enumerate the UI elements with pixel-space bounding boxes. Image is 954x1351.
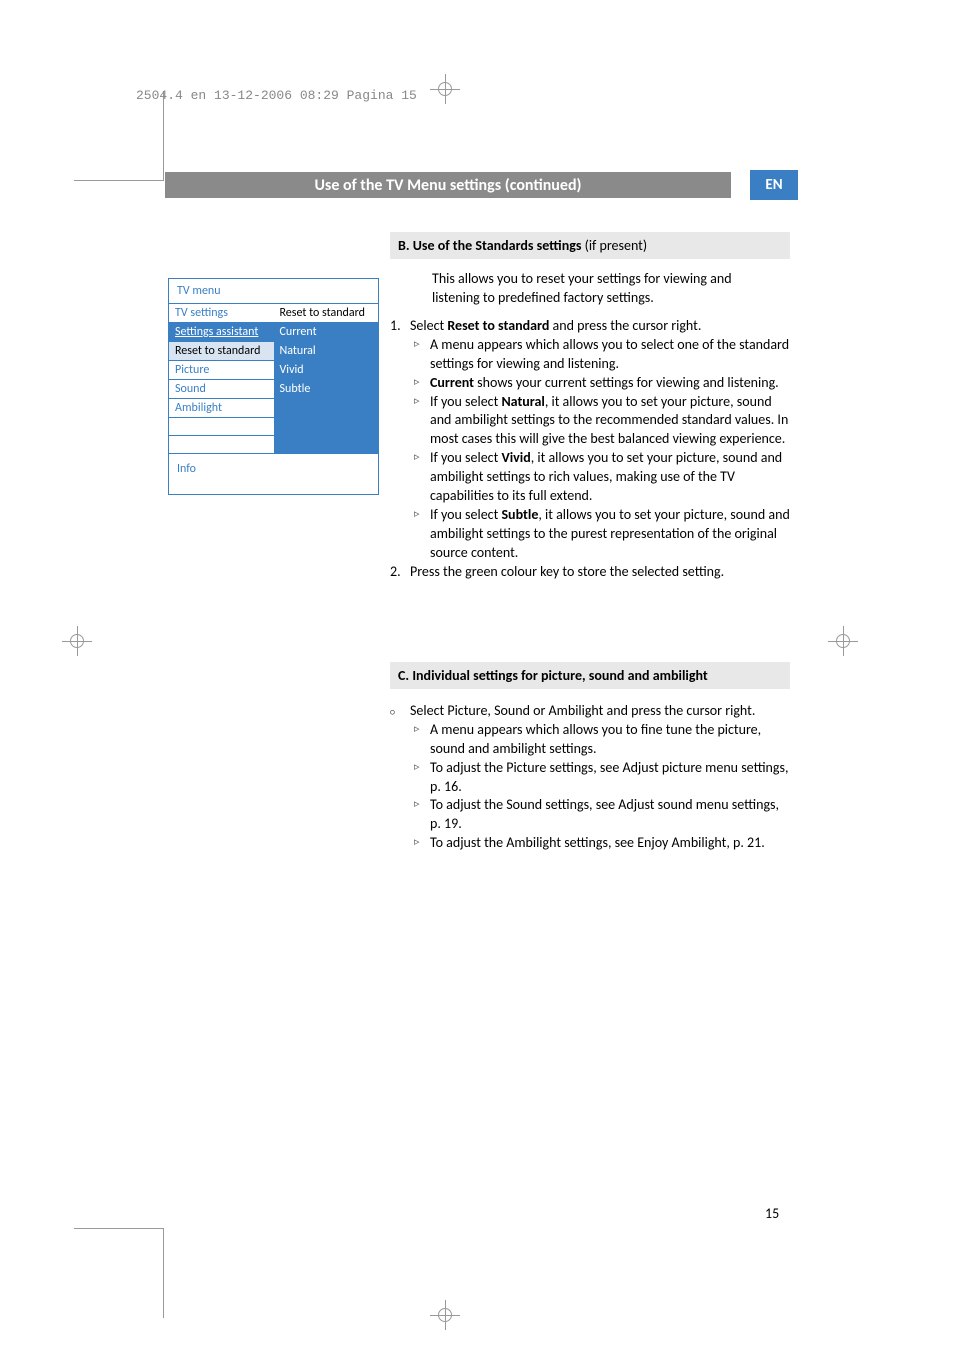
section-c-sub-3: To adjust the Sound settings, see Adjust… (390, 796, 790, 834)
section-b-sub-3: If you select Natural, it allows you to … (390, 393, 790, 450)
menu-col-header-left: TV settings (169, 304, 274, 322)
section-b-step-1: 1.Select Reset to standard and press the… (390, 317, 790, 336)
menu-item-picture: Picture (169, 361, 274, 379)
menu-info-label: Info (169, 453, 378, 494)
menu-item-empty-2 (169, 436, 274, 453)
menu-option-empty-1 (274, 399, 379, 417)
crop-mark-bottom-left (74, 1228, 164, 1318)
menu-item-settings-assistant: Settings assistant (169, 323, 274, 341)
menu-title: TV menu (169, 279, 378, 303)
section-c-list: Select Picture, Sound or Ambilight and p… (390, 702, 790, 853)
menu-option-subtle: Subtle (274, 380, 379, 398)
section-c-sub-4: To adjust the Ambilight settings, see En… (390, 834, 790, 853)
registration-mark-top (430, 74, 460, 104)
menu-item-ambilight: Ambilight (169, 399, 274, 417)
section-b-list: 1.Select Reset to standard and press the… (390, 317, 790, 581)
menu-option-vivid: Vivid (274, 361, 379, 379)
section-b-intro: This allows you to reset your settings f… (432, 270, 782, 308)
section-c-heading: C. Individual settings for picture, soun… (390, 662, 790, 689)
registration-mark-left (62, 626, 92, 656)
menu-col-header-right: Reset to standard (274, 304, 379, 322)
registration-mark-bottom (430, 1300, 460, 1330)
menu-item-reset-to-standard: Reset to standard (169, 342, 274, 360)
section-c-sub-2: To adjust the Picture settings, see Adju… (390, 759, 790, 797)
menu-option-current: Current (274, 323, 379, 341)
section-c-sub-1: A menu appears which allows you to fine … (390, 721, 790, 759)
page-title-bar: Use of the TV Menu settings (continued) (165, 172, 731, 198)
menu-option-empty-3 (274, 436, 379, 453)
menu-item-sound: Sound (169, 380, 274, 398)
print-slug-line: 2504.4 en 13-12-2006 08:29 Pagina 15 (136, 88, 417, 103)
page-number: 15 (765, 1205, 779, 1222)
section-b-sub-2: Current shows your current settings for … (390, 374, 790, 393)
section-b-step-2: 2.Press the green colour key to store th… (390, 563, 790, 582)
language-tab: EN (750, 170, 798, 200)
section-c-main: Select Picture, Sound or Ambilight and p… (390, 702, 790, 721)
tv-menu-diagram: TV menu TV settings Reset to standard Se… (168, 278, 379, 495)
section-b-sub-5: If you select Subtle, it allows you to s… (390, 506, 790, 563)
crop-mark-top-left (74, 91, 164, 181)
section-b-sub-4: If you select Vivid, it allows you to se… (390, 449, 790, 506)
section-b-heading-paren: (if present) (581, 237, 647, 254)
section-b-sub-1: A menu appears which allows you to selec… (390, 336, 790, 374)
menu-item-empty-1 (169, 418, 274, 435)
section-b-heading-bold: B. Use of the Standards settings (398, 237, 581, 254)
section-b-heading: B. Use of the Standards settings (if pre… (390, 232, 790, 259)
menu-option-natural: Natural (274, 342, 379, 360)
menu-option-empty-2 (274, 418, 379, 435)
registration-mark-right (828, 626, 858, 656)
